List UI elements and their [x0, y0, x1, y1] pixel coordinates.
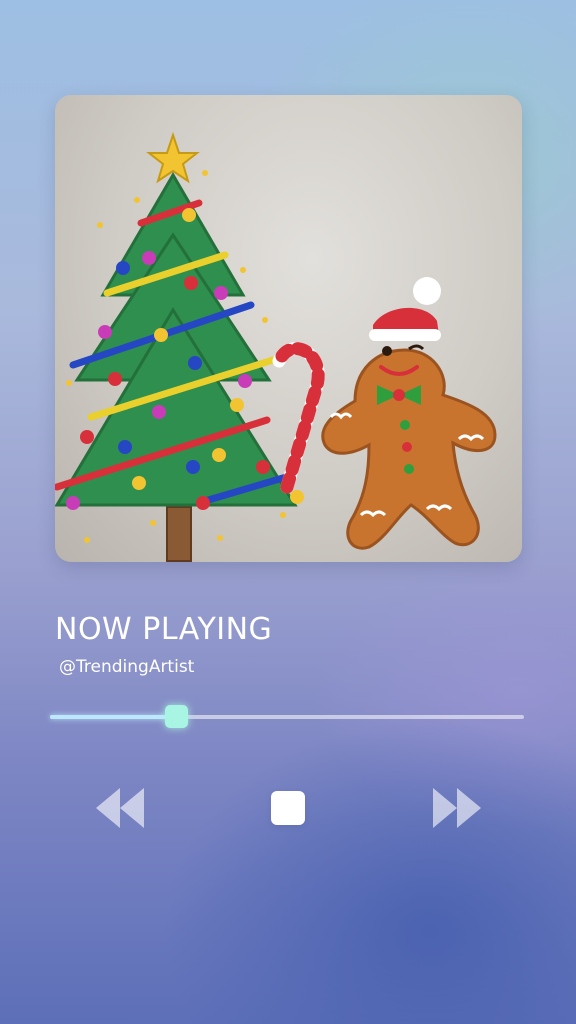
- progress-track[interactable]: [50, 705, 524, 728]
- progress-fill: [50, 715, 176, 719]
- candy-cane-icon: [272, 342, 325, 494]
- artist-name: @TrendingArtist: [59, 657, 195, 677]
- now-playing-title: NOW PLAYING: [55, 612, 273, 647]
- stop-icon: [271, 791, 305, 825]
- fast-forward-icon: [433, 788, 481, 828]
- artwork-illustration: [55, 131, 497, 562]
- stop-button[interactable]: [258, 780, 318, 836]
- gingerbread-man-icon: [321, 277, 497, 550]
- fast-forward-button[interactable]: [427, 780, 487, 836]
- christmas-tree-icon: [55, 131, 304, 562]
- progress-thumb[interactable]: [164, 705, 188, 728]
- rewind-icon: [96, 788, 144, 828]
- rewind-button[interactable]: [90, 780, 150, 836]
- album-artwork: [55, 95, 522, 562]
